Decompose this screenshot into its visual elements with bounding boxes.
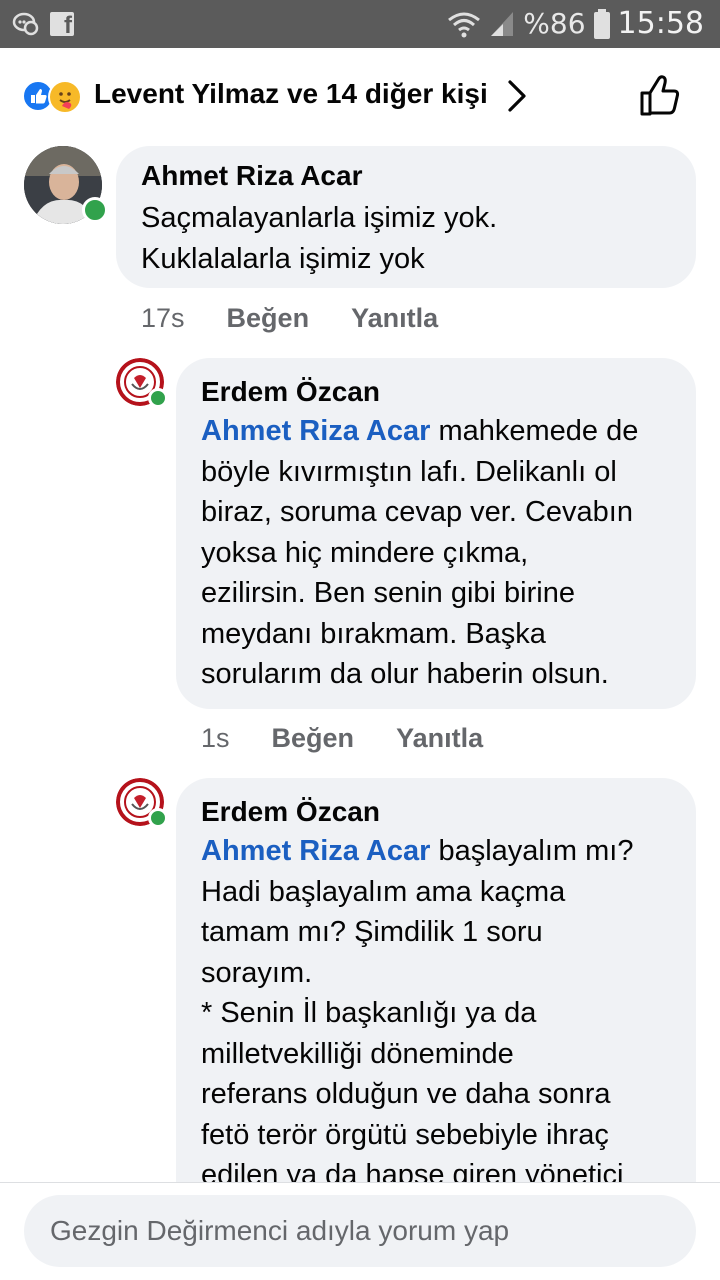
- comment-line: yoksa hiç mindere çıkma,: [201, 536, 529, 569]
- comment-actions: 17s Beğen Yanıtla: [141, 303, 438, 334]
- comment-text: Ahmet Riza Acar mahkemede de böyle kıvır…: [201, 411, 638, 695]
- like-comment-button[interactable]: Beğen: [272, 723, 355, 754]
- chevron-right-icon[interactable]: [502, 78, 530, 114]
- comment-line-rest: başlayalım mı?: [430, 835, 634, 867]
- comment-text: Saçmalayanlarla işimiz yok. Kuklalalarla…: [141, 198, 497, 279]
- battery-percent: %86: [523, 7, 586, 40]
- comment-line: ezilirsin. Ben senin gibi birine: [201, 577, 575, 609]
- comment-bubble[interactable]: Ahmet Riza Acar Saçmalayanlarla işimiz y…: [116, 146, 696, 288]
- comment-line: biraz, soruma cevap ver. Cevabın: [201, 496, 633, 528]
- reaction-icons: [22, 80, 88, 114]
- comment-line: milletvekilliği döneminde: [201, 1037, 514, 1070]
- comment-bubble[interactable]: Erdem Özcan Ahmet Riza Acar mahkemede de…: [176, 358, 696, 709]
- comment-line: sorayım.: [201, 956, 313, 989]
- comment-line: Saçmalayanlarla işimiz yok.: [141, 202, 498, 234]
- reactions-summary[interactable]: Levent Yilmaz ve 14 diğer kişi: [0, 48, 720, 144]
- comment-text: Ahmet Riza Acar başlayalım mı? Hadi başl…: [201, 831, 633, 1196]
- comment-timestamp: 1s: [201, 723, 230, 753]
- comment-author[interactable]: Erdem Özcan: [201, 796, 380, 828]
- comment-line: * Senin İl başkanlığı ya da: [201, 997, 537, 1029]
- comment-input[interactable]: [24, 1195, 696, 1267]
- comment-line: Kuklalalarla işimiz yok: [141, 242, 425, 275]
- facebook-icon: [50, 12, 74, 40]
- comment-bubble[interactable]: Erdem Özcan Ahmet Riza Acar başlayalım m…: [176, 778, 696, 1218]
- care-reaction-icon: [48, 80, 82, 114]
- wifi-icon: [448, 12, 481, 37]
- mention-link[interactable]: Ahmet Riza Acar: [201, 835, 430, 867]
- comment-author[interactable]: Erdem Özcan: [201, 376, 380, 408]
- messenger-icon: [12, 12, 39, 36]
- comment-line: Ahmet Riza Acar mahkemede de: [201, 411, 638, 452]
- status-bar-left: [12, 10, 74, 40]
- reply-button[interactable]: Yanıtla: [351, 303, 438, 334]
- status-bar-right: %86 15:58: [447, 6, 704, 41]
- comment-author[interactable]: Ahmet Riza Acar: [141, 160, 362, 192]
- online-status-indicator: [148, 808, 168, 828]
- comment-line: fetö terör örgütü sebebiyle ihraç: [201, 1118, 609, 1151]
- thumbs-up-icon[interactable]: [636, 72, 684, 120]
- comment-line: Ahmet Riza Acar başlayalım mı?: [201, 831, 633, 872]
- reactors-label[interactable]: Levent Yilmaz ve 14 diğer kişi: [94, 78, 488, 110]
- comment-line: meydanı bırakmam. Başka: [201, 617, 546, 650]
- comment-line: böyle kıvırmıştın lafı. Delikanlı ol: [201, 455, 617, 488]
- battery-icon: [593, 8, 610, 39]
- comment-composer: [0, 1182, 720, 1280]
- like-comment-button[interactable]: Beğen: [227, 303, 310, 334]
- comment-line: tamam mı? Şimdilik 1 soru: [201, 916, 543, 948]
- comment-line: Hadi başlayalım ama kaçma: [201, 875, 566, 908]
- status-bar: %86 15:58: [0, 0, 720, 48]
- mention-link[interactable]: Ahmet Riza Acar: [201, 415, 430, 447]
- online-status-indicator: [82, 197, 108, 223]
- online-status-indicator: [148, 388, 168, 408]
- signal-icon: [491, 11, 514, 36]
- comment-line-rest: mahkemede de: [430, 415, 639, 447]
- comment-timestamp: 17s: [141, 303, 185, 333]
- comment-line: sorularım da olur haberin olsun.: [201, 658, 609, 690]
- comment-line: referans olduğun ve daha sonra: [201, 1078, 611, 1110]
- reply-button[interactable]: Yanıtla: [396, 723, 483, 754]
- comment-actions: 1s Beğen Yanıtla: [201, 723, 483, 754]
- clock: 15:58: [617, 6, 704, 41]
